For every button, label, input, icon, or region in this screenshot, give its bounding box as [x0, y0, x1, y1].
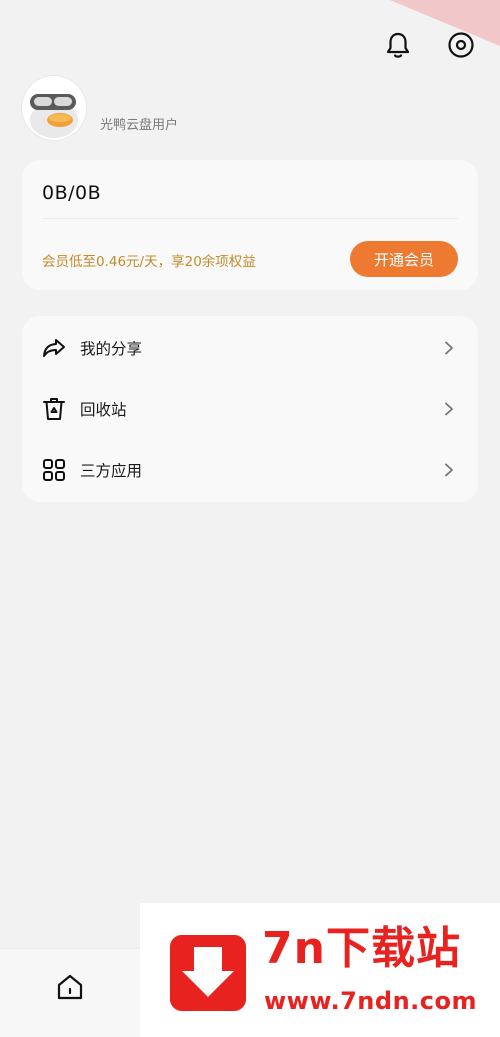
storage-usage: 0B/0B [42, 182, 102, 204]
settings-eye-icon[interactable] [444, 28, 478, 62]
recycle-bin-icon [41, 396, 67, 422]
menu-item-label: 回收站 [80, 401, 127, 419]
profile-page: 光鸭云盘用户 0B/0B 会员低至0.46元/天，享20余项权益 开通会员 我的… [0, 0, 500, 1037]
menu-item-label: 三方应用 [80, 462, 143, 480]
menu-card: 我的分享 回收站 三方应用 [22, 316, 478, 502]
vip-promo-text: 会员低至0.46元/天，享20余项权益 [42, 254, 256, 270]
avatar[interactable] [22, 76, 86, 140]
duck-mascot-avatar-icon [22, 76, 86, 140]
watermark-title: 7n下载站 [262, 923, 461, 974]
chevron-right-icon [442, 341, 456, 355]
menu-item-my-share[interactable]: 我的分享 [22, 318, 478, 378]
open-vip-button[interactable]: 开通会员 [350, 241, 458, 277]
apps-grid-icon [41, 457, 67, 483]
chevron-right-icon [442, 402, 456, 416]
watermark: 7n下载站 www.7ndn.com [140, 903, 500, 1037]
username[interactable]: 光鸭云盘用户 [100, 114, 178, 133]
chevron-right-icon [442, 463, 456, 477]
divider [42, 218, 458, 219]
bell-icon[interactable] [381, 28, 415, 62]
menu-item-third-party-apps[interactable]: 三方应用 [22, 440, 478, 500]
storage-card: 0B/0B 会员低至0.46元/天，享20余项权益 开通会员 [22, 160, 478, 290]
download-arrow-icon [170, 935, 246, 1011]
menu-item-recycle-bin[interactable]: 回收站 [22, 379, 478, 439]
watermark-url: www.7ndn.com [264, 987, 477, 1015]
menu-item-label: 我的分享 [80, 340, 143, 358]
home-icon[interactable] [52, 969, 88, 1005]
share-arrow-icon [41, 335, 67, 361]
